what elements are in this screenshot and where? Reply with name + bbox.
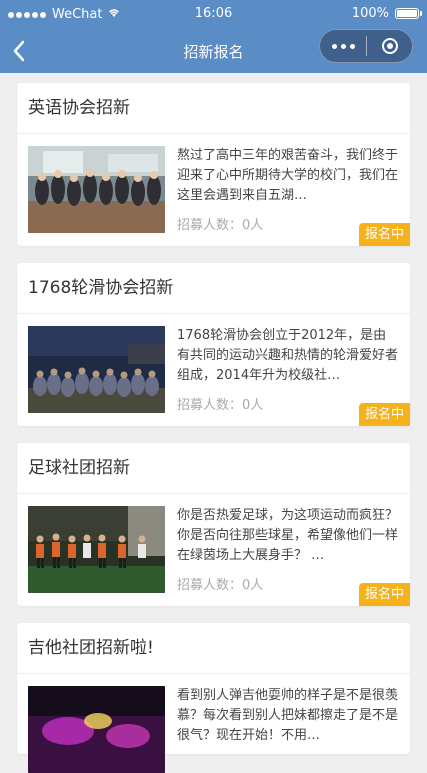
recruit-count: 招募人数：0人 xyxy=(177,218,264,233)
card-title: 吉他社团招新啦! xyxy=(17,623,410,674)
card-description: 看到别人弹吉他耍帅的样子是不是很羡慕？每次看到别人把妹都擦走了是不是很气？现在开… xyxy=(177,688,399,743)
recruitment-card[interactable]: 足球社团招新 你是否热爱足球，为这项运动而疯狂？ 你是否向往那些球星，希望像他们… xyxy=(17,443,410,606)
battery-icon xyxy=(395,8,422,19)
recruitment-card[interactable]: 吉他社团招新啦! 看到别人弹吉他耍帅的样子是不是很羡慕？每次看到别人把妹都擦走了… xyxy=(17,623,410,773)
card-image xyxy=(28,146,165,233)
recruitment-list: 英语协会招新 熬过了高中三年的艰苦奋斗，我们终于迎来了心中所期待大学的校门，我们… xyxy=(17,83,410,773)
card-description: 1768轮滑协会创立于2012年，是由有共同的运动兴趣和热情的轮滑爱好者组成，2… xyxy=(177,328,399,383)
recruitment-card[interactable]: 1768轮滑协会招新 1768轮滑协会创立于2012年，是由有共同的运动兴趣和热… xyxy=(17,263,410,426)
battery-status: 100% xyxy=(351,6,422,21)
recruitment-card[interactable]: 英语协会招新 熬过了高中三年的艰苦奋斗，我们终于迎来了心中所期待大学的校门，我们… xyxy=(17,83,410,246)
status-badge: 报名中 xyxy=(358,583,410,606)
close-miniprogram-icon[interactable] xyxy=(367,30,412,62)
nav-bar: 招新报名 xyxy=(0,29,427,73)
card-description: 熬过了高中三年的艰苦奋斗，我们终于迎来了心中所期待大学的校门，我们在这里会遇到来… xyxy=(177,148,399,203)
card-image xyxy=(28,326,165,413)
card-image xyxy=(28,506,165,593)
recruit-count: 招募人数：0人 xyxy=(177,578,264,593)
miniprogram-capsule xyxy=(319,29,413,63)
status-bar: WeChat 16:06 100% xyxy=(0,0,427,29)
status-badge: 报名中 xyxy=(358,403,410,426)
card-image xyxy=(28,686,165,773)
status-badge: 报名中 xyxy=(358,223,410,246)
card-title: 英语协会招新 xyxy=(17,83,410,134)
card-title: 1768轮滑协会招新 xyxy=(17,263,410,314)
recruit-count: 招募人数：0人 xyxy=(177,398,264,413)
card-title: 足球社团招新 xyxy=(17,443,410,494)
more-dots-icon[interactable] xyxy=(320,30,366,62)
card-description: 你是否热爱足球，为这项运动而疯狂？ 你是否向往那些球星，希望像他们一样在绿茵场上… xyxy=(177,508,399,563)
battery-percent: 100% xyxy=(351,6,389,21)
